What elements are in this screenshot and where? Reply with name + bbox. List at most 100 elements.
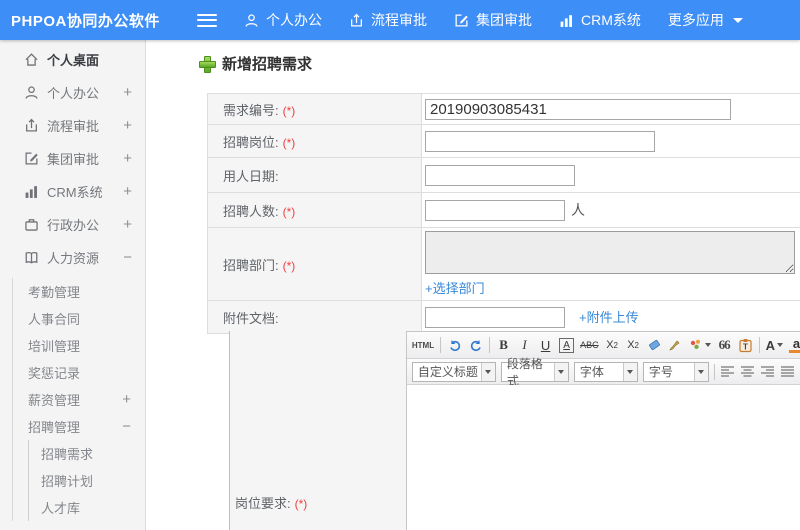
form-label: 用人日期: xyxy=(223,168,279,184)
department-textarea[interactable] xyxy=(425,231,795,274)
font-size-dropdown[interactable]: 字号 xyxy=(642,361,709,382)
superscript-button[interactable]: X2 xyxy=(605,335,620,355)
blockquote-button[interactable]: 66 xyxy=(717,335,732,355)
nav-group-approval[interactable]: 集团审批 xyxy=(454,10,532,30)
form-row-headcount: 招聘人数: (*) 人 xyxy=(207,192,800,228)
attachment-upload-link[interactable]: +附件上传 xyxy=(579,307,639,326)
required-mark: (*) xyxy=(282,135,296,150)
page-title: 新增招聘需求 xyxy=(199,53,312,74)
caret-down-icon xyxy=(627,369,634,374)
expand-icon[interactable]: + xyxy=(122,391,131,408)
strikethrough-button[interactable]: ABC xyxy=(580,335,599,355)
color-palette-button[interactable] xyxy=(689,335,711,355)
nav-crm-system[interactable]: CRM系统 xyxy=(559,10,641,30)
position-input[interactable] xyxy=(425,130,655,152)
form-label: 招聘人数: xyxy=(223,203,279,219)
italic-button[interactable]: I xyxy=(517,335,532,355)
caret-down-icon xyxy=(558,369,565,374)
underline-button[interactable]: U xyxy=(538,335,553,355)
expand-icon[interactable]: + xyxy=(123,216,132,233)
sidebar-item-talent-pool[interactable]: 人才库 xyxy=(29,494,145,521)
headcount-input[interactable] xyxy=(425,199,565,221)
sidebar-item-recruit-mgmt[interactable]: 招聘管理 − xyxy=(13,413,145,440)
sidebar-item-crm-system[interactable]: CRM系统 + xyxy=(0,175,145,208)
nav-label: 更多应用 xyxy=(667,12,724,28)
eraser-button[interactable] xyxy=(647,335,662,355)
collapse-icon[interactable]: − xyxy=(123,249,132,266)
sidebar-item-process-approval[interactable]: 流程审批 + xyxy=(0,109,145,142)
sidebar-item-attendance[interactable]: 考勤管理 xyxy=(13,278,145,305)
paragraph-format-dropdown[interactable]: 段落格式 xyxy=(500,357,569,388)
sidebar-item-personal-office[interactable]: 个人办公 + xyxy=(0,76,145,109)
nav-personal-office[interactable]: 个人办公 xyxy=(244,10,322,30)
sidebar-item-label: 人力资源 xyxy=(47,251,100,266)
caret-down-icon xyxy=(485,369,492,374)
form-row-attachment: 附件文档: +附件上传 xyxy=(207,300,800,334)
sidebar-item-human-resources[interactable]: 人力资源 − xyxy=(0,241,145,274)
undo-button[interactable] xyxy=(447,335,462,355)
form-label: 招聘岗位: xyxy=(223,134,279,150)
nav-process-approval[interactable]: 流程审批 xyxy=(349,10,427,30)
editor-content[interactable] xyxy=(406,385,800,530)
nav-label: 流程审批 xyxy=(371,12,427,28)
sidebar-item-salary[interactable]: 薪资管理 + xyxy=(13,386,145,413)
sidebar-item-recruit-plan[interactable]: 招聘计划 xyxy=(29,467,145,494)
align-center-button[interactable] xyxy=(740,362,755,382)
sidebar-item-training[interactable]: 培训管理 xyxy=(13,332,145,359)
process-approval-icon xyxy=(351,13,362,26)
align-justify-button[interactable] xyxy=(780,362,795,382)
select-department-link[interactable]: +选择部门 xyxy=(425,278,485,297)
form-row-department: 招聘部门: (*) +选择部门 xyxy=(207,227,800,301)
sidebar-item-group-approval[interactable]: 集团审批 + xyxy=(0,142,145,175)
sidebar-item-hr-contract[interactable]: 人事合同 xyxy=(13,305,145,332)
font-style-button[interactable]: A xyxy=(559,337,575,353)
unit-suffix: 人 xyxy=(571,202,585,218)
editor-toolbar-row2: 自定义标题 段落格式 字体 字号 xyxy=(406,357,800,388)
redo-icon xyxy=(470,340,481,352)
menu-toggle-icon[interactable] xyxy=(197,13,217,27)
align-right-button[interactable] xyxy=(760,362,775,382)
demand-no-input[interactable] xyxy=(425,98,731,120)
sidebar-item-admin-office[interactable]: 行政办公 + xyxy=(0,208,145,241)
eraser-icon xyxy=(648,339,660,351)
expand-icon[interactable]: + xyxy=(123,84,132,101)
nav-more-apps[interactable]: 更多应用 xyxy=(668,10,743,30)
bold-button[interactable]: B xyxy=(496,335,511,355)
form-row-job-requirements: 岗位要求: (*) HTML B I U A ABC X2 X2 66 T A … xyxy=(229,331,800,530)
font-color-button[interactable]: A xyxy=(766,335,783,355)
expand-icon[interactable]: + xyxy=(123,117,132,134)
redo-button[interactable] xyxy=(468,335,483,355)
html-source-button[interactable]: HTML xyxy=(412,335,434,355)
add-plus-icon xyxy=(199,56,216,73)
form-label: 附件文档: xyxy=(223,310,279,326)
bar-chart-icon xyxy=(560,14,572,27)
font-family-dropdown[interactable]: 字体 xyxy=(573,361,638,382)
sidebar-item-recruit-demand[interactable]: 招聘需求 xyxy=(29,440,145,467)
sidebar: 个人桌面 个人办公 + 流程审批 + 集团审批 + CRM系统 + 行政办公 +… xyxy=(0,40,146,530)
recruit-submenu: 招聘需求 招聘计划 人才库 xyxy=(28,440,145,521)
align-right-icon xyxy=(760,366,774,377)
align-center-icon xyxy=(740,366,754,377)
process-approval-icon xyxy=(26,118,37,132)
attachment-input[interactable] xyxy=(425,306,565,328)
subscript-button[interactable]: X2 xyxy=(626,335,641,355)
form-row-position: 招聘岗位: (*) xyxy=(207,124,800,158)
align-left-button[interactable] xyxy=(720,362,735,382)
book-icon xyxy=(25,252,38,264)
custom-title-dropdown[interactable]: 自定义标题 xyxy=(411,361,496,382)
paste-text-button[interactable]: T xyxy=(738,335,753,355)
align-left-icon xyxy=(720,366,734,377)
sidebar-item-rewards[interactable]: 奖惩记录 xyxy=(13,359,145,386)
nav-label: CRM系统 xyxy=(581,12,641,28)
caret-down-icon xyxy=(698,369,705,374)
home-icon xyxy=(25,53,38,66)
collapse-icon[interactable]: − xyxy=(122,418,131,435)
expand-icon[interactable]: + xyxy=(123,150,132,167)
format-painter-button[interactable] xyxy=(668,335,683,355)
sidebar-item-personal-desktop[interactable]: 个人桌面 xyxy=(0,43,145,76)
hire-date-input[interactable] xyxy=(425,164,575,186)
background-color-button[interactable]: a xyxy=(789,336,800,353)
svg-text:T: T xyxy=(743,342,748,351)
expand-icon[interactable]: + xyxy=(123,183,132,200)
required-mark: (*) xyxy=(282,204,296,219)
